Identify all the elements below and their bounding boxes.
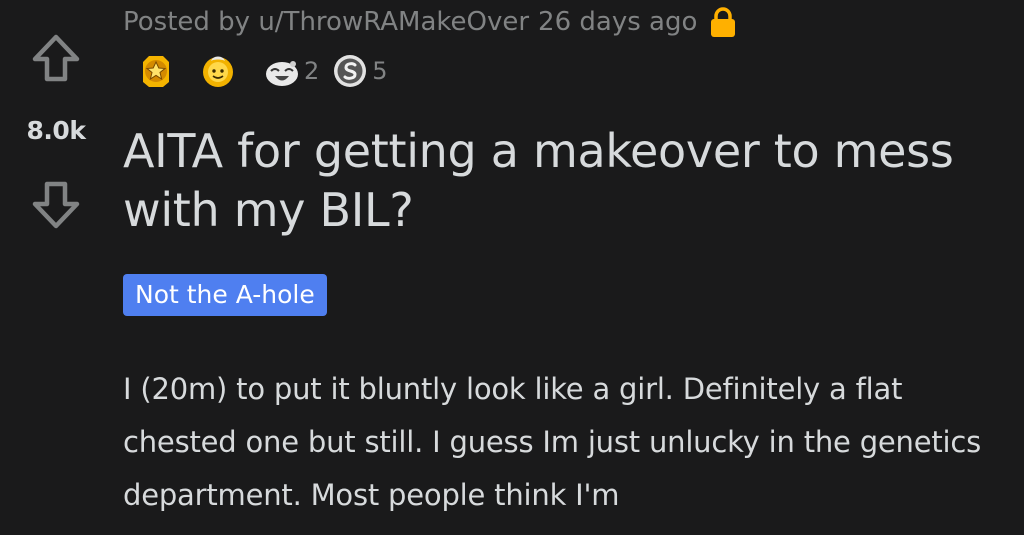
awards-row[interactable]: 2 5 bbox=[137, 52, 400, 90]
downvote-arrow-icon bbox=[28, 177, 84, 233]
wholesome-seal-award-icon[interactable] bbox=[199, 52, 237, 90]
helpful-award-icon[interactable] bbox=[137, 52, 175, 90]
post-age[interactable]: 26 days ago bbox=[538, 7, 697, 37]
award-count: 5 bbox=[372, 57, 388, 85]
post-title[interactable]: AITA for getting a makeover to mess with… bbox=[123, 122, 1013, 240]
vote-column: 8.0k bbox=[0, 0, 112, 535]
silver-coin-award-icon[interactable] bbox=[331, 52, 369, 90]
post-flair[interactable]: Not the A-hole bbox=[123, 274, 327, 316]
upvote-arrow-icon bbox=[28, 30, 84, 86]
author-link[interactable]: Posted by u/ThrowRAMakeOver bbox=[123, 7, 529, 37]
laughing-face-award-icon[interactable] bbox=[263, 52, 301, 90]
lock-icon bbox=[709, 6, 737, 38]
vote-score: 8.0k bbox=[26, 116, 86, 145]
post-meta: Posted by u/ThrowRAMakeOver 26 days ago bbox=[123, 6, 737, 38]
post-body: I (20m) to put it bluntly look like a gi… bbox=[123, 372, 982, 512]
upvote-button[interactable] bbox=[28, 30, 84, 86]
award-count: 2 bbox=[304, 57, 320, 85]
downvote-button[interactable] bbox=[28, 177, 84, 233]
